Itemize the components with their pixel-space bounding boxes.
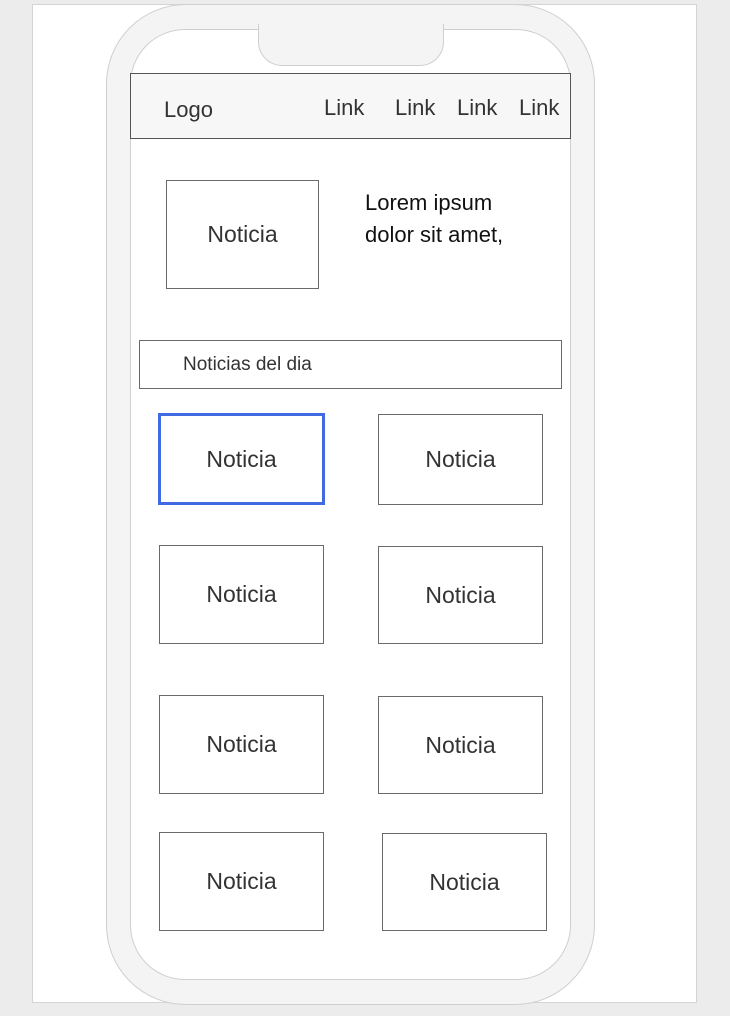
section-title: Noticias del dia — [183, 354, 312, 375]
news-card[interactable]: Noticia — [382, 833, 547, 931]
news-card[interactable]: Noticia — [159, 545, 324, 644]
news-card[interactable]: Noticia — [378, 696, 543, 794]
featured-news-image[interactable]: Noticia — [166, 180, 319, 289]
nav-link-2[interactable]: Link — [395, 95, 435, 121]
section-header: Noticias del dia — [139, 340, 562, 389]
nav-link-4[interactable]: Link — [519, 95, 559, 121]
news-card[interactable]: Noticia — [159, 832, 324, 931]
news-card[interactable]: Noticia — [159, 695, 324, 794]
news-card[interactable]: Noticia — [378, 546, 543, 644]
nav-link-1[interactable]: Link — [324, 95, 364, 121]
nav-link-3[interactable]: Link — [457, 95, 497, 121]
navbar: Logo Link Link Link Link — [130, 73, 571, 139]
news-card[interactable]: Noticia — [378, 414, 543, 505]
logo[interactable]: Logo — [164, 97, 213, 123]
featured-news-text: Lorem ipsum dolor sit amet, — [365, 190, 504, 247]
news-card[interactable]: Noticia — [158, 413, 325, 505]
